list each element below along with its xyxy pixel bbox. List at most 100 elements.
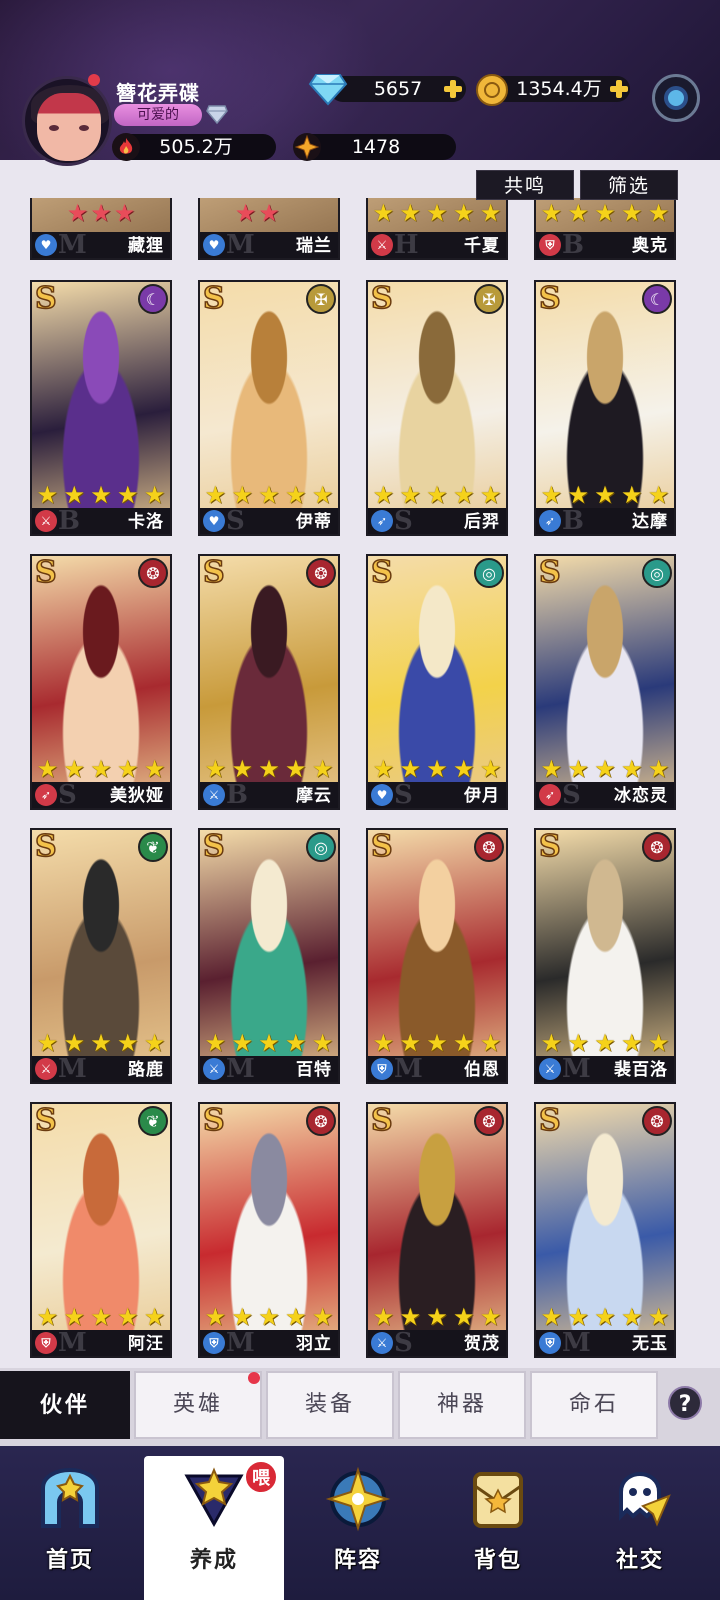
diamond-rank-icon <box>206 105 228 124</box>
star-rating: ★ ★ ★ ★ ★ <box>32 1030 170 1056</box>
hero-name: 百特 <box>296 1060 332 1080</box>
hero-card[interactable]: S ☾ ★ ★ ★ ★ ★ ➶ B 达摩 <box>534 280 676 536</box>
star-icon: ★ <box>311 1303 334 1331</box>
star-icon: ★ <box>540 755 563 783</box>
hero-name: 卡洛 <box>128 512 164 532</box>
star-icon: ★ <box>231 481 253 509</box>
castle-icon <box>35 1464 105 1534</box>
gold-value: 1354.4万 <box>516 78 602 100</box>
sword-role-icon: ⚔ <box>371 1332 393 1354</box>
star-rating: ★★★ <box>200 200 338 226</box>
resonance-button[interactable]: 共鸣 <box>476 170 574 200</box>
nav-backpack-label: 背包 <box>473 1547 522 1573</box>
hero-card[interactable]: S ❂ ★ ★ ★ ★ ★ ⛨ M 伯恩 <box>366 828 508 1084</box>
ghost-plane-icon <box>605 1464 675 1534</box>
star-icon: ★ <box>204 1303 227 1331</box>
star-rating: ★ ★ ★ ★ ★ <box>536 200 674 226</box>
heart-role-icon: ♥ <box>371 784 393 806</box>
nav-backpack[interactable]: 背包 <box>428 1456 568 1600</box>
star-icon: ★ <box>426 755 448 783</box>
settings-gear-icon[interactable] <box>652 74 700 122</box>
hero-card[interactable]: ★ ★ ★ ♥ M 藏狸 <box>30 198 172 260</box>
star-icon: ★ <box>258 755 280 783</box>
star-icon: ★ <box>311 755 334 783</box>
hero-name: 羽立 <box>296 1334 332 1354</box>
star-icon: ★ <box>204 1029 227 1057</box>
star-icon: ★ <box>231 1303 253 1331</box>
tab-equipment[interactable]: 装备 <box>266 1371 394 1439</box>
grade-letter: S <box>370 1103 393 1138</box>
star-rating: ★ ★ ★ ★ ★ <box>32 756 170 782</box>
hero-card[interactable]: ★ ★ ★ ★ ★ ⚔ H 千夏 <box>366 198 508 260</box>
hero-card[interactable]: S ✠ ★ ★ ★ ★ ★ ♥ S 伊蒂 <box>198 280 340 536</box>
fire-faction-icon: ❂ <box>138 558 168 588</box>
filter-button[interactable]: 筛选 <box>580 170 678 200</box>
star-icon: ★ <box>621 1303 643 1331</box>
grade-letter: S <box>34 281 57 316</box>
star-icon: ★ <box>540 1303 563 1331</box>
hero-name: 冰恋灵 <box>614 786 668 806</box>
heart-role-icon: ♥ <box>35 234 57 256</box>
star-icon: ★ <box>117 1029 139 1057</box>
fire-faction-icon: ❂ <box>306 1106 336 1136</box>
nav-home[interactable]: 首页 <box>0 1456 140 1600</box>
add-gold-button[interactable] <box>608 78 630 100</box>
help-icon[interactable]: ? <box>668 1386 702 1420</box>
hero-name: 千夏 <box>464 236 500 256</box>
bow-role-icon: ➶ <box>371 510 393 532</box>
hero-card[interactable]: S ❦ ★ ★ ★ ★ ★ ⛨ M 阿汪 <box>30 1102 172 1358</box>
star-icon: ★ <box>36 481 59 509</box>
hero-card[interactable]: S ◎ ★ ★ ★ ★ ★ ➶ S 冰恋灵 <box>534 554 676 810</box>
tier-letter: M <box>58 1328 87 1358</box>
star-icon: ★ <box>540 481 563 509</box>
hero-card[interactable]: ★★★ ♥M 瑞兰 <box>198 198 340 260</box>
hero-name: 摩云 <box>296 786 332 806</box>
grade-letter: S <box>370 829 393 864</box>
grade-letter: S <box>202 829 225 864</box>
star-icon: ★ <box>117 755 139 783</box>
hero-card[interactable]: S ❂ ★ ★ ★ ★ ★ ⚔ B 摩云 <box>198 554 340 810</box>
grade-letter: S <box>538 555 561 590</box>
star-icon: ★ <box>647 199 670 227</box>
star-icon: ★ <box>399 199 421 227</box>
hero-card[interactable]: S ❂ ★ ★ ★ ★ ★ ➶ S 美狄娅 <box>30 554 172 810</box>
star-icon: ★ <box>90 481 112 509</box>
hero-card[interactable]: S ❂ ★ ★ ★ ★ ★ ⛨ M 无玉 <box>534 1102 676 1358</box>
star-icon: ★ <box>647 1303 670 1331</box>
hero-card[interactable]: S ❦ ★ ★ ★ ★ ★ ⚔ M 路鹿 <box>30 828 172 1084</box>
sword-role-icon: ⚔ <box>35 510 57 532</box>
bow-role-icon: ➶ <box>539 510 561 532</box>
hero-card[interactable]: S ☾ ★ ★ ★ ★ ★ ⚔ B 卡洛 <box>30 280 172 536</box>
add-gems-button[interactable] <box>442 78 464 100</box>
tab-hero[interactable]: 英雄 <box>134 1371 262 1439</box>
nav-social[interactable]: 社交 <box>570 1456 710 1600</box>
star-icon: ★ <box>567 199 589 227</box>
nav-cultivate[interactable]: 喂 养成 <box>144 1456 284 1600</box>
hero-card[interactable]: S ◎ ★ ★ ★ ★ ★ ⚔ M 百特 <box>198 828 340 1084</box>
hero-card[interactable]: ★ ★ ★ ★ ★ ⛨ B 奥克 <box>534 198 676 260</box>
hero-card[interactable]: S ❂ ★ ★ ★ ★ ★ ⚔ M 裴百洛 <box>534 828 676 1084</box>
hero-card[interactable]: S ◎ ★ ★ ★ ★ ★ ♥ S 伊月 <box>366 554 508 810</box>
hero-name: 美狄娅 <box>110 786 164 806</box>
tab-partners[interactable]: 伙伴 <box>0 1371 130 1439</box>
star-rating: ★ ★ ★ ★ ★ <box>200 482 338 508</box>
tab-fate-stone[interactable]: 命石 <box>530 1371 658 1439</box>
hero-card[interactable]: S ❂ ★ ★ ★ ★ ★ ⛨ M 羽立 <box>198 1102 340 1358</box>
star-icon: ★ <box>311 1029 334 1057</box>
tier-letter: S <box>562 780 581 810</box>
avatar[interactable] <box>22 76 112 166</box>
star-icon: ★ <box>567 1029 589 1057</box>
hero-card[interactable]: S ❂ ★ ★ ★ ★ ★ ⚔ S 贺茂 <box>366 1102 508 1358</box>
energy-value: 1478 <box>351 136 401 158</box>
star-icon: ★ <box>426 199 448 227</box>
player-title-badge[interactable]: 可爱的 <box>114 104 202 126</box>
star-icon: ★ <box>647 481 670 509</box>
star-rating: ★ ★ ★ ★ ★ <box>200 756 338 782</box>
star-icon: ★ <box>594 1029 616 1057</box>
star-rating: ★ ★ ★ ★ ★ <box>368 200 506 226</box>
hero-card[interactable]: S ✠ ★ ★ ★ ★ ★ ➶ S 后羿 <box>366 280 508 536</box>
fire-faction-icon: ❂ <box>306 558 336 588</box>
tab-artifact[interactable]: 神器 <box>398 1371 526 1439</box>
star-icon: ★ <box>399 755 421 783</box>
nav-lineup[interactable]: 阵容 <box>288 1456 428 1600</box>
